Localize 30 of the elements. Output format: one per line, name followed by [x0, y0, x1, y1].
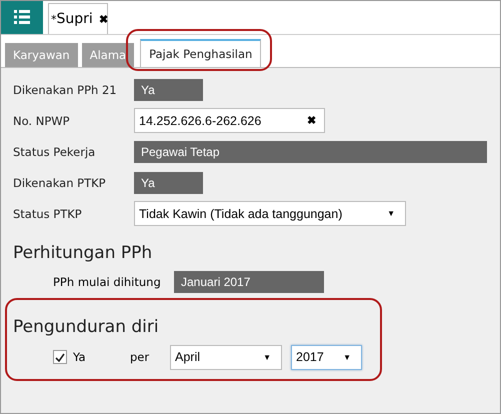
section-heading: Perhitungan PPh [13, 243, 154, 263]
menu-icon [14, 10, 30, 24]
month-select[interactable]: April ▼ [170, 344, 282, 370]
field-label: Status PTKP [13, 206, 83, 220]
checkbox[interactable] [53, 350, 67, 364]
caret-icon: ▼ [387, 209, 395, 218]
close-button[interactable]: ✖ [98, 12, 108, 26]
section-tab[interactable]: Pajak Penghasilan [140, 39, 262, 67]
field-label: Dikenakan PTKP [13, 176, 107, 190]
readonly-field: Ya [134, 172, 203, 194]
clear-button[interactable]: ✖ [307, 114, 316, 127]
select-field[interactable]: Tidak Kawin (Tidak ada tanggungan) ▼ [134, 201, 406, 226]
checkbox-label: Ya [73, 350, 86, 364]
readonly-field: Januari 2017 [174, 271, 324, 293]
menu-button[interactable] [1, 1, 43, 34]
check-icon [55, 352, 65, 362]
field-label: PPh mulai dihitung [53, 275, 162, 289]
input-field[interactable]: 14.252.626.6-262.626 ✖ [134, 108, 325, 133]
caret-icon: ▼ [343, 352, 351, 362]
tab-title: *Supri [51, 11, 93, 27]
per-label: per [130, 350, 150, 364]
readonly-field: Pegawai Tetap [134, 140, 487, 162]
year-select[interactable]: 2017 ▼ [291, 344, 362, 370]
field-label: Dikenakan PPh 21 [13, 82, 118, 96]
field-label: Status Pekerja [13, 144, 96, 158]
field-label: No. NPWP [13, 114, 71, 128]
readonly-field: Ya [134, 78, 203, 100]
section-heading: Pengunduran diri [13, 317, 160, 337]
caret-icon: ▼ [263, 352, 271, 362]
document-tab[interactable]: *Supri ✖ [48, 3, 108, 34]
